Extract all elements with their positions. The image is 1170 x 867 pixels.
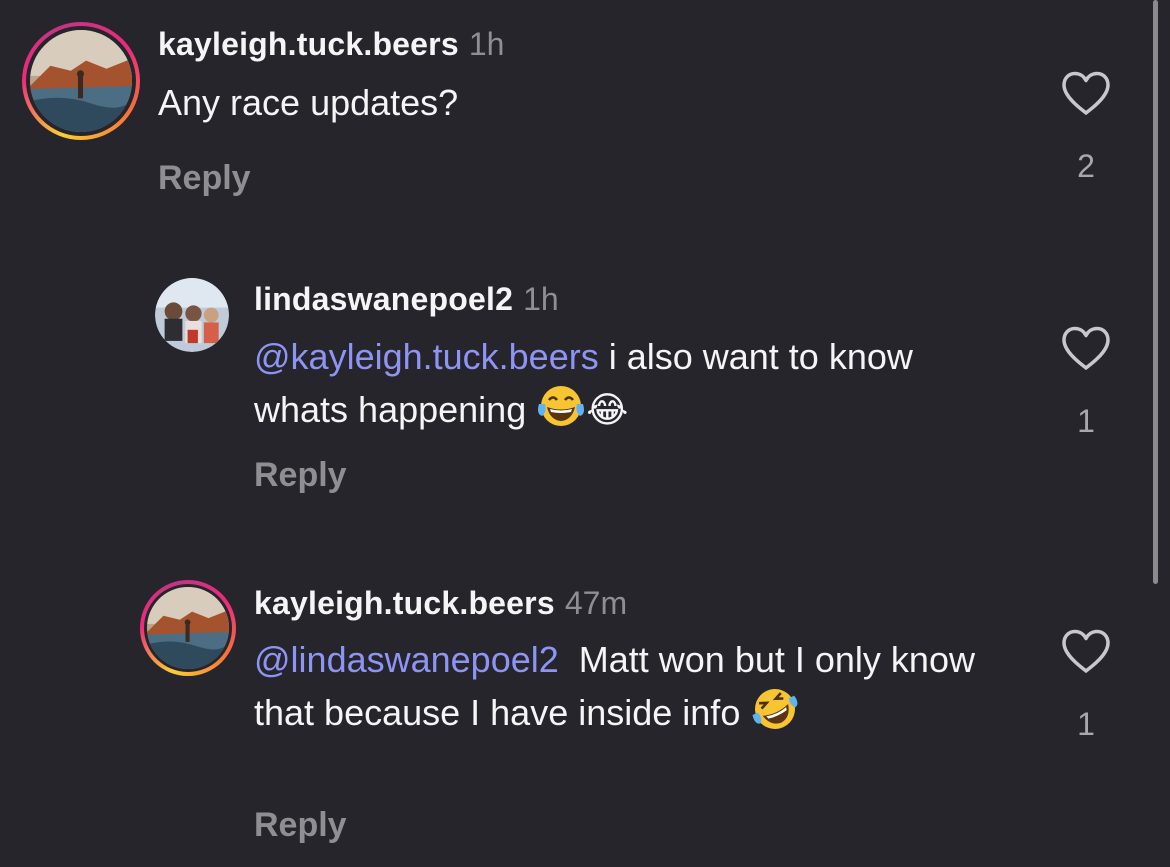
heart-outline-icon[interactable] bbox=[1060, 70, 1112, 116]
username[interactable]: kayleigh.tuck.beers bbox=[158, 26, 459, 62]
comment-text: @kayleigh.tuck.beers i also want to know… bbox=[254, 336, 923, 430]
rolling-laughing-emoji-icon bbox=[752, 689, 798, 729]
comment-header: kayleigh.tuck.beers 47m bbox=[254, 584, 627, 622]
like-count: 1 bbox=[1077, 403, 1095, 439]
mention-link[interactable]: @kayleigh.tuck.beers bbox=[254, 336, 599, 377]
comment-body: Any race updates? bbox=[158, 82, 459, 123]
avatar[interactable] bbox=[140, 580, 236, 676]
laughing-tears-emoji-icon bbox=[538, 386, 585, 426]
scrollbar[interactable] bbox=[1153, 0, 1158, 584]
heart-outline-icon[interactable] bbox=[1060, 325, 1112, 371]
profile-photo-icon bbox=[155, 278, 229, 352]
mention-link[interactable]: @lindaswanepoel2 bbox=[254, 639, 559, 680]
like-count: 1 bbox=[1077, 706, 1095, 742]
avatar[interactable] bbox=[155, 278, 229, 352]
comment-text: @lindaswanepoel2 Matt won but I only kno… bbox=[254, 635, 984, 738]
timestamp: 1h bbox=[468, 26, 505, 62]
username[interactable]: lindaswanepoel2 bbox=[254, 281, 513, 317]
timestamp: 47m bbox=[564, 585, 628, 621]
reply-button[interactable]: Reply bbox=[254, 455, 347, 495]
profile-photo-icon bbox=[147, 587, 229, 669]
comment-header: lindaswanepoel2 1h bbox=[254, 280, 559, 318]
comment-header: kayleigh.tuck.beers 1h bbox=[158, 25, 504, 63]
comments-screen: kayleigh.tuck.beers 1h Any race updates? … bbox=[0, 0, 1170, 867]
reply-button[interactable]: Reply bbox=[158, 158, 251, 198]
like-count: 2 bbox=[1077, 148, 1095, 184]
username[interactable]: kayleigh.tuck.beers bbox=[254, 585, 555, 621]
comment-text: Any race updates? bbox=[158, 78, 1018, 128]
reply-button[interactable]: Reply bbox=[254, 805, 347, 845]
timestamp: 1h bbox=[523, 281, 559, 317]
avatar[interactable] bbox=[22, 22, 140, 140]
heart-outline-icon[interactable] bbox=[1060, 628, 1112, 674]
profile-photo-icon bbox=[30, 30, 132, 132]
